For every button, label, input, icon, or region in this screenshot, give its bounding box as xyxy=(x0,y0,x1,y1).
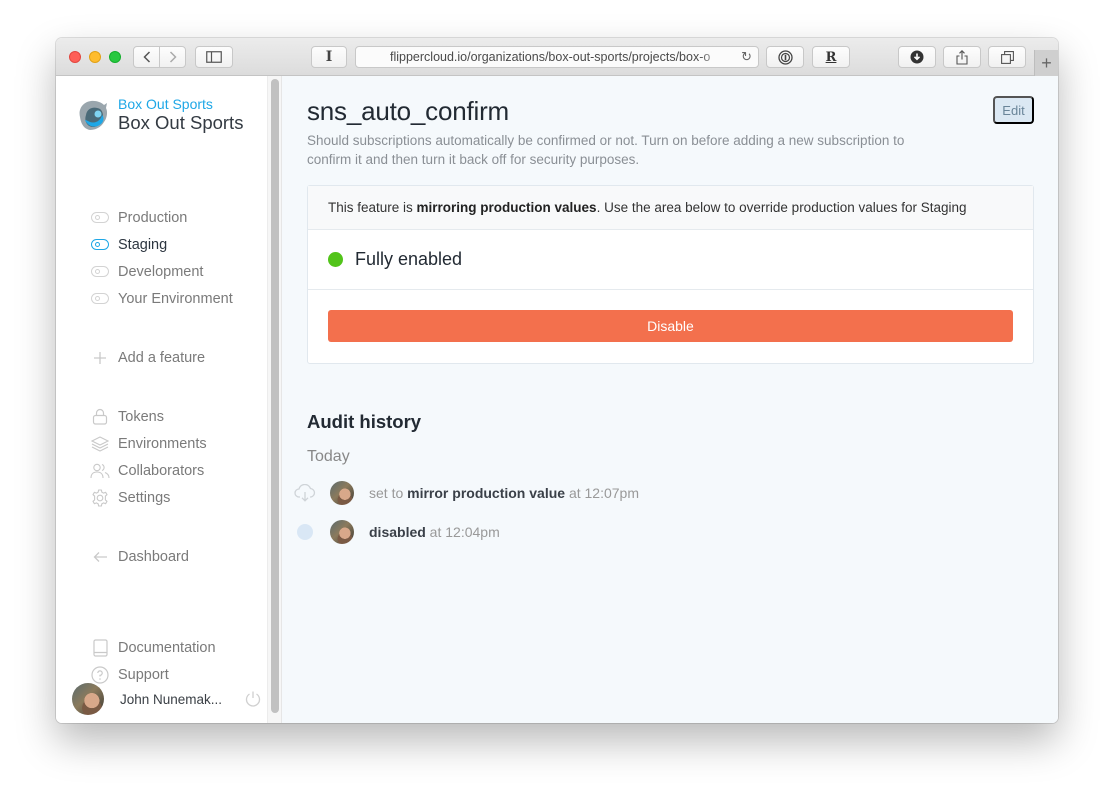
users-icon xyxy=(90,463,110,478)
browser-window: I flippercloud.io/organizations/box-out-… xyxy=(56,38,1058,723)
sidebar-item-label: Add a feature xyxy=(118,349,206,366)
brand[interactable]: Box Out Sports Box Out Sports xyxy=(74,96,243,134)
status-dot-icon xyxy=(328,252,343,267)
sidebar-item-label: Tokens xyxy=(118,408,164,425)
sidebar-item-label: Staging xyxy=(118,236,168,253)
close-window-button[interactable] xyxy=(69,51,81,63)
mirroring-notice: This feature is mirroring production val… xyxy=(308,186,1033,230)
new-tab-button[interactable]: + xyxy=(1034,50,1058,76)
url-bar[interactable]: flippercloud.io/organizations/box-out-sp… xyxy=(355,46,759,68)
minimize-window-button[interactable] xyxy=(89,51,101,63)
power-icon[interactable] xyxy=(244,690,262,708)
share-icon xyxy=(956,49,968,65)
sidebar-item-label: Development xyxy=(118,263,204,280)
edit-button[interactable]: Edit xyxy=(993,96,1034,124)
scrollbar-thumb[interactable] xyxy=(271,79,279,713)
lock-icon xyxy=(92,408,108,425)
sidebar-item-tokens[interactable]: Tokens xyxy=(90,403,207,430)
help-circle-icon xyxy=(91,665,109,684)
sidebar-item-label: Your Environment xyxy=(118,290,233,307)
dot-icon xyxy=(297,523,313,540)
back-button[interactable] xyxy=(134,47,159,67)
sidebar-toggle-button[interactable] xyxy=(195,46,233,68)
help-nav: Documentation Support xyxy=(90,634,216,688)
add-feature-link[interactable]: Add a feature xyxy=(90,344,205,371)
history-nav xyxy=(133,46,186,68)
password-manager-button[interactable] xyxy=(766,46,804,68)
download-icon xyxy=(910,50,924,64)
feature-status: Fully enabled xyxy=(308,230,1033,290)
sidebar-item-settings[interactable]: Settings xyxy=(90,484,207,511)
toggle-icon xyxy=(91,212,109,223)
main-panel: sns_auto_confirm Edit Should subscriptio… xyxy=(282,76,1058,723)
plus-icon xyxy=(94,351,106,364)
toggle-icon xyxy=(91,293,109,304)
sidebar-item-label: Collaborators xyxy=(118,462,205,479)
page-content: Box Out Sports Box Out Sports Production… xyxy=(56,76,1058,723)
sidebar-item-label: Documentation xyxy=(118,639,216,656)
status-label: Fully enabled xyxy=(355,249,463,269)
avatar xyxy=(330,480,354,505)
sidebar-item-label: Support xyxy=(118,666,169,683)
maximize-window-button[interactable] xyxy=(109,51,121,63)
gear-icon xyxy=(92,488,108,507)
environment-nav: Production Staging Development Your Envi… xyxy=(90,204,233,312)
share-button[interactable] xyxy=(943,46,981,68)
sidebar-item-staging[interactable]: Staging xyxy=(90,231,233,258)
dashboard-nav: Dashboard xyxy=(90,543,189,570)
sidebar-item-production[interactable]: Production xyxy=(90,204,233,231)
page-title: sns_auto_confirm xyxy=(307,96,510,126)
user-menu[interactable]: John Nunemak... xyxy=(72,683,262,715)
audit-day-heading: Today xyxy=(307,448,350,465)
sidebar-item-label: Production xyxy=(118,209,188,226)
feature-description: Should subscriptions automatically be co… xyxy=(307,133,905,167)
audit-list: set to mirror production value at 12:07p… xyxy=(294,473,639,551)
audit-event: set to mirror production value at 12:07p… xyxy=(294,473,639,512)
book-icon xyxy=(92,638,108,657)
tabs-icon xyxy=(1000,50,1014,64)
admin-nav: Tokens Environments Collaborators Settin… xyxy=(90,403,207,511)
toggle-icon xyxy=(91,266,109,277)
feature-nav: Add a feature xyxy=(90,344,205,371)
sidebar-item-label: Environments xyxy=(118,435,207,452)
project-name: Box Out Sports xyxy=(118,112,244,133)
cloud-download-icon xyxy=(294,483,316,502)
arrow-left-icon xyxy=(93,551,107,562)
sidebar-scrollbar[interactable] xyxy=(268,76,282,723)
chevron-left-icon xyxy=(142,51,150,63)
reload-icon[interactable]: ↻ xyxy=(741,49,752,65)
organization-name[interactable]: Box Out Sports xyxy=(118,96,243,112)
user-name: John Nunemak... xyxy=(120,691,223,707)
sidebar-item-documentation[interactable]: Documentation xyxy=(90,634,216,661)
mirroring-emphasis: mirroring production values xyxy=(416,200,597,215)
text-cursor-button[interactable]: I xyxy=(311,46,347,68)
feature-state-card: This feature is mirroring production val… xyxy=(307,185,1034,364)
url-text: flippercloud.io/organizations/box-out-sp… xyxy=(390,50,711,64)
sidebar: Box Out Sports Box Out Sports Production… xyxy=(56,76,268,723)
avatar xyxy=(330,519,354,544)
toggle-icon xyxy=(91,239,109,250)
sidebar-icon xyxy=(206,51,222,63)
dolphin-logo-icon xyxy=(79,100,108,130)
sidebar-item-dashboard[interactable]: Dashboard xyxy=(90,543,189,570)
password-manager-icon xyxy=(777,49,793,65)
sidebar-item-label: Dashboard xyxy=(118,548,189,565)
sidebar-item-your-environment[interactable]: Your Environment xyxy=(90,285,233,312)
avatar xyxy=(72,683,104,715)
sidebar-item-development[interactable]: Development xyxy=(90,258,233,285)
audit-event: disabled at 12:04pm xyxy=(294,512,639,551)
sidebar-item-collaborators[interactable]: Collaborators xyxy=(90,457,207,484)
r-extension-button[interactable]: R xyxy=(812,46,850,68)
chevron-right-icon xyxy=(169,51,177,63)
sidebar-item-label: Settings xyxy=(118,489,171,506)
layers-icon xyxy=(91,435,109,452)
downloads-button[interactable] xyxy=(898,46,936,68)
audit-history-title: Audit history xyxy=(307,411,422,432)
sidebar-item-environments[interactable]: Environments xyxy=(90,430,207,457)
browser-toolbar: I flippercloud.io/organizations/box-out-… xyxy=(56,38,1058,76)
disable-button[interactable]: Disable xyxy=(328,310,1013,342)
forward-button[interactable] xyxy=(159,47,185,67)
tab-overview-button[interactable] xyxy=(988,46,1026,68)
